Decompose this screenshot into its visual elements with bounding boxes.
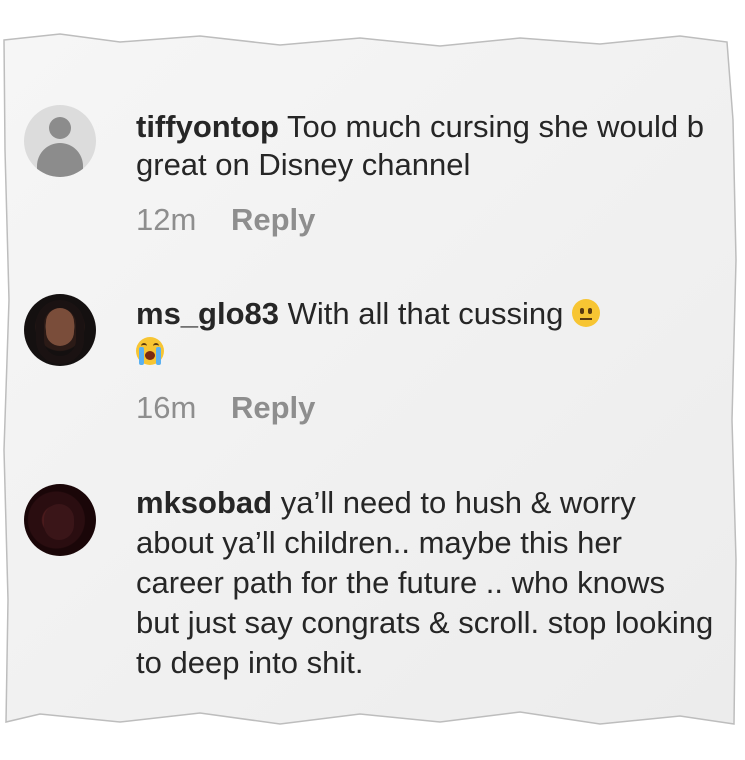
loudly-crying-face-icon	[136, 337, 164, 365]
default-profile-icon[interactable]	[24, 105, 96, 177]
profile-photo[interactable]	[24, 294, 96, 366]
comment-body: With all that cussing	[287, 296, 564, 331]
comment-time: 16m	[136, 390, 197, 425]
comment-username[interactable]: mksobad	[136, 485, 272, 520]
reply-button[interactable]: Reply	[231, 390, 315, 425]
comment-meta: 16m Reply	[136, 390, 315, 426]
comment-text: mksobad ya’ll need to hush & worry about…	[136, 483, 716, 683]
comment-text: ms_glo83 With all that cussing	[136, 295, 716, 371]
comments-list: tiffyontop Too much cursing she would b …	[4, 34, 736, 724]
profile-photo[interactable]	[24, 484, 96, 556]
neutral-face-icon	[571, 299, 600, 327]
comment-time: 12m	[136, 202, 197, 237]
comment-meta: 12m Reply	[136, 202, 315, 238]
comment-username[interactable]: ms_glo83	[136, 296, 279, 331]
reply-button[interactable]: Reply	[231, 202, 315, 237]
comment-text: tiffyontop Too much cursing she would b …	[136, 108, 716, 184]
comment-username[interactable]: tiffyontop	[136, 109, 279, 144]
